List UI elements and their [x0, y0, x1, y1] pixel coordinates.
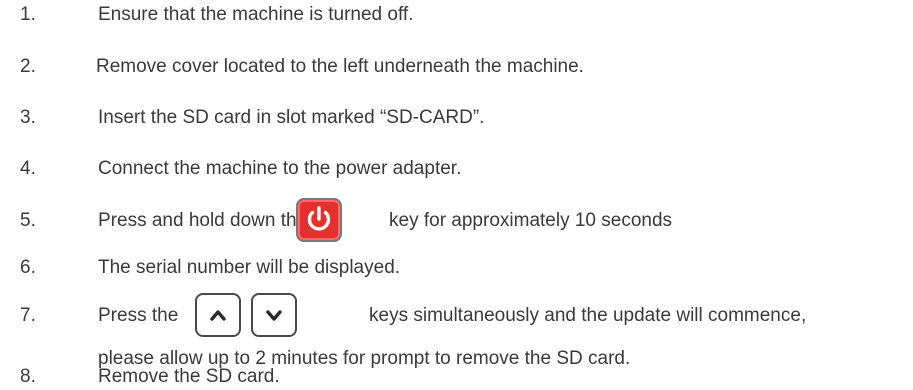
step-text-after: key for approximately 10 seconds [389, 210, 673, 231]
chevron-down-icon [266, 310, 282, 321]
step-number: 5. [20, 210, 36, 231]
step-text-before: Press and hold down the [98, 210, 308, 231]
down-key [251, 293, 297, 337]
up-key [195, 293, 241, 337]
step-number: 1. [20, 4, 36, 25]
step-number: 4. [20, 158, 36, 179]
step-text: Remove the SD card. [98, 366, 280, 387]
step-text: The serial number will be displayed. [98, 257, 401, 278]
step-number: 2. [20, 56, 36, 77]
step-text: Remove cover located to the left underne… [96, 56, 584, 77]
step-text: Ensure that the machine is turned off. [98, 4, 414, 25]
chevron-up-icon [210, 310, 226, 321]
step-number: 7. [20, 305, 36, 326]
step-text: Insert the SD card in slot marked “SD-CA… [98, 107, 485, 128]
step-text-after: keys simultaneously and the update will … [369, 305, 807, 326]
power-key [296, 198, 342, 242]
step-number: 6. [20, 257, 36, 278]
step-text-before: Press the [98, 305, 179, 326]
step-text: Connect the machine to the power adapter… [98, 158, 462, 179]
power-icon [307, 206, 331, 231]
step-number: 8. [20, 366, 36, 387]
step-number: 3. [20, 107, 36, 128]
